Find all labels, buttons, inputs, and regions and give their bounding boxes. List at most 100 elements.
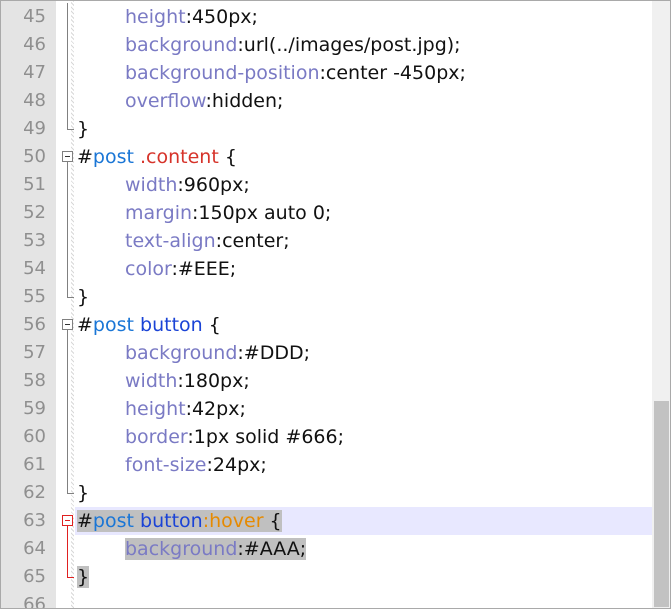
code-line[interactable]: 45 height:450px;: [1, 3, 652, 31]
code-text: text-align:center;: [125, 227, 290, 255]
code-line[interactable]: 57 background:#DDD;: [1, 339, 652, 367]
fold-collapse-icon[interactable]: [61, 143, 75, 171]
code-line[interactable]: 49}: [1, 115, 652, 143]
code-text: width:960px;: [125, 171, 250, 199]
code-token: height: [125, 6, 186, 28]
code-text-area[interactable]: width:180px;: [75, 367, 652, 395]
code-line[interactable]: 64 background:#AAA;: [1, 535, 652, 563]
fold-guide-line: [61, 339, 75, 367]
fold-end-marker: [61, 563, 75, 591]
code-text-area[interactable]: }: [75, 479, 652, 507]
code-line[interactable]: 60 border:1px solid #666;: [1, 423, 652, 451]
code-text-area[interactable]: background-position:center -450px;: [75, 59, 652, 87]
code-text: color:#EEE;: [125, 255, 236, 283]
fold-collapse-icon[interactable]: [61, 507, 75, 535]
code-text-area[interactable]: overflow:hidden;: [75, 87, 652, 115]
line-number: 52: [23, 202, 46, 223]
code-token: width: [125, 174, 178, 196]
line-number: 60: [23, 426, 46, 447]
code-line[interactable]: 50 #post .content {: [1, 143, 652, 171]
fold-guide-line: [61, 227, 75, 255]
code-text-area[interactable]: background:#DDD;: [75, 339, 652, 367]
code-line[interactable]: 47 background-position:center -450px;: [1, 59, 652, 87]
code-line[interactable]: 48 overflow:hidden;: [1, 87, 652, 115]
fold-guide-line: [61, 3, 75, 31]
code-text-area[interactable]: height:450px;: [75, 3, 652, 31]
code-line[interactable]: 65}: [1, 563, 652, 591]
line-number: 53: [23, 230, 46, 251]
fold-guide-line: [61, 451, 75, 479]
scrollbar-thumb[interactable]: [654, 401, 669, 607]
code-text-area[interactable]: [75, 591, 652, 608]
code-token: #: [77, 510, 93, 532]
code-text: background:#DDD;: [125, 339, 310, 367]
fold-guide-line: [61, 171, 75, 199]
code-token: font-size: [125, 454, 207, 476]
code-text-area[interactable]: }: [75, 283, 652, 311]
code-line[interactable]: 52 margin:150px auto 0;: [1, 199, 652, 227]
line-number: 57: [23, 342, 46, 363]
code-line[interactable]: 59 height:42px;: [1, 395, 652, 423]
code-text-area[interactable]: font-size:24px;: [75, 451, 652, 479]
code-token: :#DDD;: [237, 342, 311, 364]
code-text-area[interactable]: margin:150px auto 0;: [75, 199, 652, 227]
code-text-area[interactable]: }: [75, 115, 652, 143]
code-text-area[interactable]: border:1px solid #666;: [75, 423, 652, 451]
code-text-area[interactable]: background:url(../images/post.jpg);: [75, 31, 652, 59]
code-token: {: [218, 146, 237, 168]
code-line[interactable]: 51 width:960px;: [1, 171, 652, 199]
line-number: 50: [23, 146, 46, 167]
line-text: color:#EEE;: [125, 258, 236, 280]
line-text: overflow:hidden;: [125, 90, 283, 112]
code-token: :1px solid #666;: [187, 426, 344, 448]
line-number: 48: [23, 90, 46, 111]
code-line[interactable]: 58 width:180px;: [1, 367, 652, 395]
code-text: background-position:center -450px;: [125, 59, 466, 87]
code-text: width:180px;: [125, 367, 250, 395]
code-token: :center;: [215, 230, 290, 252]
fold-collapse-icon[interactable]: [61, 311, 75, 339]
code-text-area[interactable]: }: [75, 563, 652, 591]
line-text: #post .content {: [77, 146, 237, 168]
fold-guide-line: [61, 87, 75, 115]
code-line[interactable]: 54 color:#EEE;: [1, 255, 652, 283]
code-line[interactable]: 62}: [1, 479, 652, 507]
code-token: :150px auto 0;: [192, 202, 332, 224]
code-line[interactable]: 61 font-size:24px;: [1, 451, 652, 479]
code-text-area[interactable]: #post button {: [75, 311, 652, 339]
code-token: width: [125, 370, 178, 392]
line-text: font-size:24px;: [125, 454, 267, 476]
code-line[interactable]: 55}: [1, 283, 652, 311]
code-line[interactable]: 56 #post button {: [1, 311, 652, 339]
code-token: button: [140, 314, 203, 336]
line-text: text-align:center;: [125, 230, 290, 252]
code-line[interactable]: 53 text-align:center;: [1, 227, 652, 255]
line-number: 61: [23, 454, 46, 475]
code-text-area[interactable]: text-align:center;: [75, 227, 652, 255]
line-text: }: [77, 286, 89, 308]
code-text-area[interactable]: color:#EEE;: [75, 255, 652, 283]
code-text-area[interactable]: height:42px;: [75, 395, 652, 423]
line-text: margin:150px auto 0;: [125, 202, 331, 224]
fold-end-marker: [61, 283, 75, 311]
code-text: }: [77, 479, 89, 507]
code-line[interactable]: 66: [1, 591, 652, 608]
code-text: font-size:24px;: [125, 451, 267, 479]
code-line[interactable]: 46 background:url(../images/post.jpg);: [1, 31, 652, 59]
code-text-area[interactable]: #post .content {: [75, 143, 652, 171]
code-token: :42px;: [185, 398, 246, 420]
code-token: {: [263, 510, 282, 532]
line-number: 62: [23, 482, 46, 503]
line-text: width:960px;: [125, 174, 250, 196]
fold-guide-line: [61, 255, 75, 283]
vertical-scrollbar[interactable]: [652, 1, 670, 608]
code-text-area[interactable]: #post button:hover {: [75, 507, 652, 535]
code-token: :24px;: [206, 454, 267, 476]
fold-guide-line: [61, 59, 75, 87]
code-token: background: [125, 34, 238, 56]
selected-text: }: [77, 566, 90, 588]
code-editor[interactable]: 45 height:450px; 46 background:url(../image…: [0, 0, 671, 609]
code-text-area[interactable]: width:960px;: [75, 171, 652, 199]
code-text-area[interactable]: background:#AAA;: [75, 535, 652, 563]
code-line[interactable]: 63 #post button:hover {: [1, 507, 652, 535]
